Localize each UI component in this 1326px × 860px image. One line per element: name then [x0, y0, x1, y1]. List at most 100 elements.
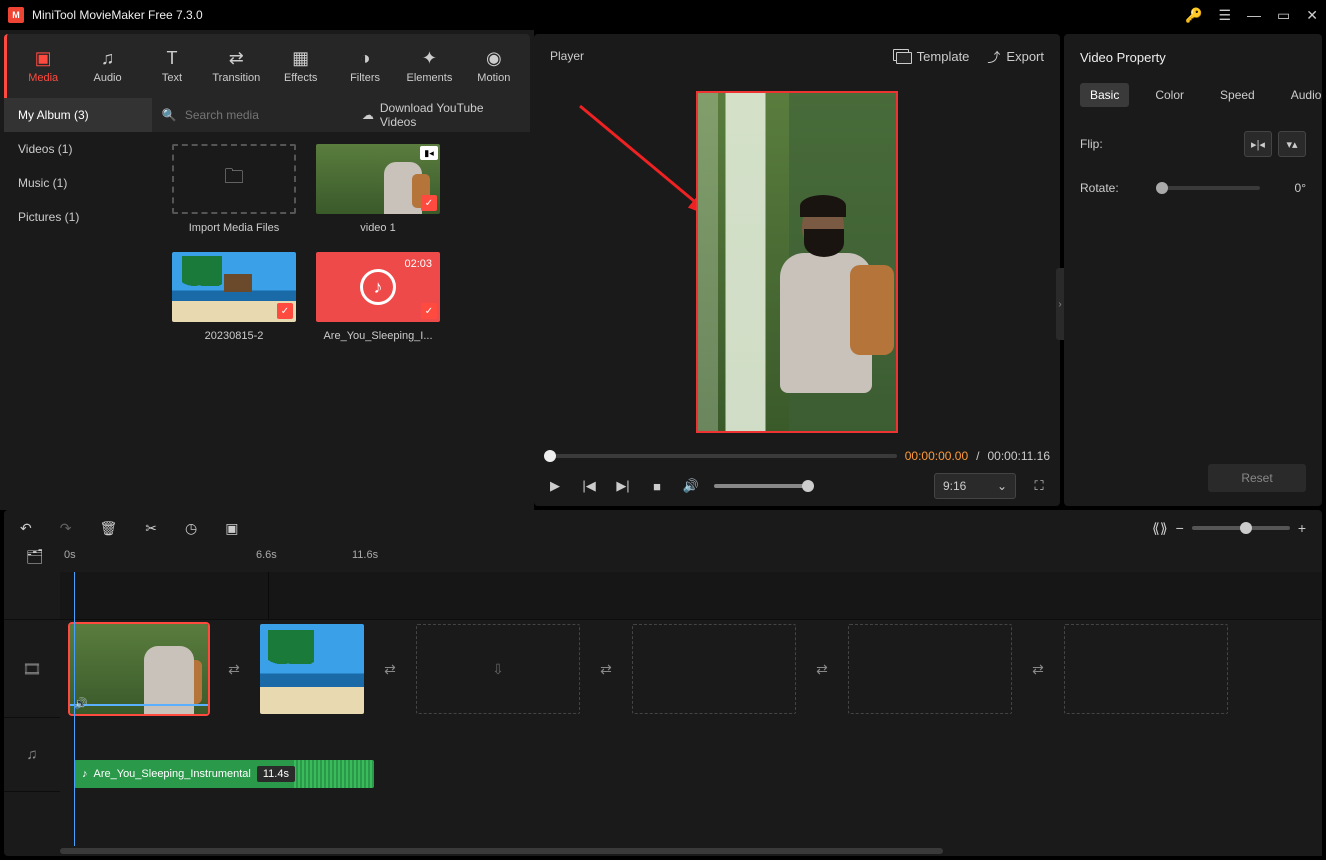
text-icon: T: [166, 48, 177, 68]
filters-icon: ◑: [360, 48, 371, 68]
transition-icon: ⇄: [229, 48, 244, 68]
empty-clip-slot[interactable]: ⇩: [416, 624, 580, 714]
export-button[interactable]: ⤴Export: [987, 47, 1044, 66]
ribbon-text[interactable]: TText: [140, 38, 204, 94]
media-sidebar: Videos (1) Music (1) Pictures (1): [4, 132, 156, 506]
delete-button[interactable]: 🗑: [99, 520, 117, 537]
flip-label: Flip:: [1080, 137, 1144, 151]
empty-clip-slot[interactable]: [1064, 624, 1228, 714]
crop-button[interactable]: ▣: [225, 520, 238, 537]
timeline-ruler[interactable]: 🗂 0s 6.6s 11.6s: [4, 546, 1322, 572]
player-progress[interactable]: 00:00:00.00 / 00:00:11.16: [534, 446, 1060, 466]
download-youtube-button[interactable]: ☁ Download YouTube Videos: [350, 98, 530, 132]
play-button[interactable]: ▶: [544, 475, 566, 497]
timeline-layers-icon[interactable]: 🗂: [26, 548, 44, 565]
timeline-scrollbar[interactable]: [60, 846, 1322, 856]
tab-audio[interactable]: Audio: [1281, 83, 1326, 107]
maximize-icon[interactable]: ▭: [1277, 7, 1290, 24]
sidebar-item-myalbum[interactable]: My Album (3): [4, 98, 152, 132]
timeline-audio-clip[interactable]: ♪ Are_You_Sleeping_Instrumental 11.4s: [74, 760, 374, 788]
effects-icon: ▦: [292, 48, 309, 68]
volume-slider[interactable]: [714, 484, 808, 488]
elements-icon: ✦: [422, 48, 437, 68]
stop-button[interactable]: ■: [646, 475, 668, 497]
sidebar-item-videos[interactable]: Videos (1): [4, 132, 156, 166]
search-input[interactable]: [185, 108, 340, 122]
app-title: MiniTool MovieMaker Free 7.3.0: [32, 8, 1185, 22]
ribbon-effects[interactable]: ▦Effects: [269, 38, 333, 94]
media-item-image[interactable]: ✓ 20230815-2: [164, 252, 304, 342]
flip-horizontal-button[interactable]: ▸|◂: [1244, 131, 1272, 157]
player-title: Player: [550, 49, 875, 63]
sidebar-item-pictures[interactable]: Pictures (1): [4, 200, 156, 234]
media-item-audio[interactable]: 02:03 ♪ ✓ Are_You_Sleeping_I...: [308, 252, 448, 342]
timeline-tracks[interactable]: 🔊 ⇄ ⇄ ⇩ ⇄ ⇄ ⇄ ♪ Are_You_Sleepin: [60, 572, 1322, 846]
volume-icon[interactable]: 🔊: [680, 475, 702, 497]
video-type-icon: ▮◂: [420, 146, 438, 160]
ribbon: ▣Media ♫Audio TText ⇄Transition ▦Effects…: [4, 34, 530, 98]
current-time: 00:00:00.00: [905, 449, 968, 463]
ribbon-filters[interactable]: ◑Filters: [333, 38, 397, 94]
reset-button[interactable]: Reset: [1208, 464, 1306, 492]
speed-button[interactable]: ◷: [185, 520, 197, 537]
tab-speed[interactable]: Speed: [1210, 83, 1265, 107]
activate-key-icon[interactable]: 🔑: [1185, 7, 1202, 24]
ribbon-elements[interactable]: ✦Elements: [397, 38, 461, 94]
zoom-in-button[interactable]: +: [1298, 520, 1306, 536]
playhead[interactable]: [74, 572, 75, 846]
transition-slot[interactable]: ⇄: [806, 654, 838, 684]
media-panel: ▣Media ♫Audio TText ⇄Transition ▦Effects…: [0, 30, 534, 510]
collapse-panel-button[interactable]: ›: [1056, 268, 1064, 340]
property-panel: › Video Property Basic Color Speed Audio…: [1064, 34, 1322, 506]
preview-area: [534, 78, 1060, 446]
ribbon-audio[interactable]: ♫Audio: [75, 38, 139, 94]
aspect-ratio-select[interactable]: 9:16⌄: [934, 473, 1016, 499]
next-frame-button[interactable]: ▶|: [612, 475, 634, 497]
split-button[interactable]: ✂: [145, 520, 157, 537]
ribbon-motion[interactable]: ◉Motion: [462, 38, 526, 94]
prev-frame-button[interactable]: |◀: [578, 475, 600, 497]
undo-button[interactable]: ↶: [20, 520, 32, 537]
export-icon: ⤴: [987, 47, 1000, 66]
media-item-video1[interactable]: ▮◂ ✓ video 1: [308, 144, 448, 234]
rotate-label: Rotate:: [1080, 181, 1144, 195]
audio-track-icon: ♫: [4, 718, 60, 791]
timeline-clip-image[interactable]: [260, 624, 364, 714]
tab-basic[interactable]: Basic: [1080, 83, 1129, 107]
chevron-down-icon: ⌄: [997, 479, 1007, 493]
used-check-icon: ✓: [421, 303, 437, 319]
used-check-icon: ✓: [421, 195, 437, 211]
ribbon-transition[interactable]: ⇄Transition: [204, 38, 268, 94]
timeline-clip-video1[interactable]: 🔊: [70, 624, 208, 714]
used-check-icon: ✓: [277, 303, 293, 319]
preview-frame[interactable]: [696, 91, 898, 433]
sidebar-item-music[interactable]: Music (1): [4, 166, 156, 200]
menu-icon[interactable]: ☰: [1218, 7, 1231, 24]
transition-slot[interactable]: ⇄: [1022, 654, 1054, 684]
folder-icon: ▣: [35, 48, 52, 68]
empty-clip-slot[interactable]: [848, 624, 1012, 714]
transition-slot[interactable]: ⇄: [218, 654, 250, 684]
minimize-icon[interactable]: —: [1247, 7, 1261, 23]
fit-timeline-button[interactable]: ⟪⟫: [1152, 520, 1168, 537]
fullscreen-button[interactable]: ⛶: [1028, 475, 1050, 497]
video-track-icon: 🎞: [4, 620, 60, 717]
import-media-item[interactable]: 🗀 Import Media Files: [164, 144, 304, 234]
transition-slot[interactable]: ⇄: [590, 654, 622, 684]
redo-button[interactable]: ↷: [60, 520, 72, 537]
music-icon: ♫: [101, 48, 115, 68]
template-button[interactable]: Template: [893, 49, 970, 64]
close-icon[interactable]: ✕: [1306, 7, 1318, 24]
empty-clip-slot[interactable]: [632, 624, 796, 714]
flip-vertical-button[interactable]: ▾▴: [1278, 131, 1306, 157]
import-placeholder-icon: 🗀: [172, 144, 296, 214]
rotate-value: 0°: [1272, 181, 1306, 195]
zoom-out-button[interactable]: −: [1176, 520, 1184, 536]
rotate-slider[interactable]: [1156, 186, 1260, 190]
transition-slot[interactable]: ⇄: [374, 654, 406, 684]
tab-color[interactable]: Color: [1145, 83, 1194, 107]
zoom-slider[interactable]: [1192, 526, 1290, 530]
media-grid: 🗀 Import Media Files ▮◂ ✓ video 1: [156, 132, 530, 506]
ribbon-media[interactable]: ▣Media: [11, 38, 75, 94]
title-bar: M MiniTool MovieMaker Free 7.3.0 🔑 ☰ — ▭…: [0, 0, 1326, 30]
